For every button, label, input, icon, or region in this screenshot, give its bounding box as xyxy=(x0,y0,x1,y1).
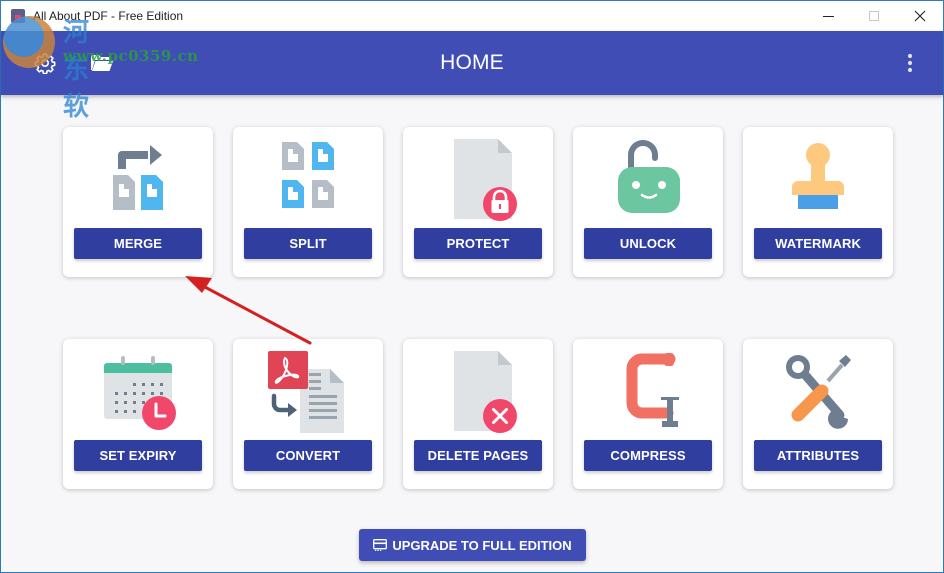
merge-button[interactable]: MERGE xyxy=(74,228,202,259)
protect-button[interactable]: PROTECT xyxy=(414,228,542,259)
more-vert-icon[interactable] xyxy=(906,53,914,73)
set-expiry-button[interactable]: SET EXPIRY xyxy=(74,440,202,471)
stamp-icon xyxy=(792,143,844,209)
upgrade-button-label: UPGRADE TO FULL EDITION xyxy=(392,537,572,553)
tool-card-protect: PROTECT xyxy=(403,127,553,277)
split-button[interactable]: SPLIT xyxy=(244,228,372,259)
tool-card-unlock: UNLOCK xyxy=(573,127,723,277)
page-title: HOME xyxy=(440,51,504,74)
delete-pages-button[interactable]: DELETE PAGES xyxy=(414,440,542,471)
maximize-button[interactable] xyxy=(851,1,897,31)
tool-card-set-expiry: SET EXPIRY xyxy=(63,339,213,489)
app-bar: HOME xyxy=(1,31,943,95)
attributes-button[interactable]: ATTRIBUTES xyxy=(754,440,882,471)
upgrade-button[interactable]: UPGRADE TO FULL EDITION xyxy=(359,529,586,561)
clamp-icon xyxy=(626,353,679,427)
tools-icon xyxy=(786,355,853,429)
delete-pages-icon xyxy=(454,351,517,433)
unlock-icon xyxy=(618,140,680,213)
protect-icon xyxy=(454,139,517,221)
watermark-button[interactable]: WATERMARK xyxy=(754,228,882,259)
window-title: All About PDF - Free Edition xyxy=(33,9,184,23)
tool-card-attributes: ATTRIBUTES xyxy=(743,339,893,489)
credit-card-icon xyxy=(373,539,388,551)
tool-card-merge: MERGE xyxy=(63,127,213,277)
merge-icon xyxy=(113,145,163,210)
calendar-clock-icon xyxy=(104,356,176,430)
tool-card-compress: COMPRESS xyxy=(573,339,723,489)
minimize-icon xyxy=(822,15,834,17)
split-icon xyxy=(282,142,334,208)
tool-card-split: SPLIT xyxy=(233,127,383,277)
convert-button[interactable]: CONVERT xyxy=(244,440,372,471)
convert-icon xyxy=(268,351,344,433)
window-titlebar: All About PDF - Free Edition xyxy=(1,0,943,31)
compress-button[interactable]: COMPRESS xyxy=(584,440,712,471)
tool-card-convert: CONVERT xyxy=(233,339,383,489)
maximize-icon xyxy=(869,11,879,21)
app-icon xyxy=(11,9,25,23)
tool-card-watermark: WATERMARK xyxy=(743,127,893,277)
close-button[interactable] xyxy=(897,1,943,31)
window-controls xyxy=(805,1,943,31)
tool-card-delete-pages: DELETE PAGES xyxy=(403,339,553,489)
unlock-button[interactable]: UNLOCK xyxy=(584,228,712,259)
close-icon xyxy=(914,10,926,22)
minimize-button[interactable] xyxy=(805,1,851,31)
